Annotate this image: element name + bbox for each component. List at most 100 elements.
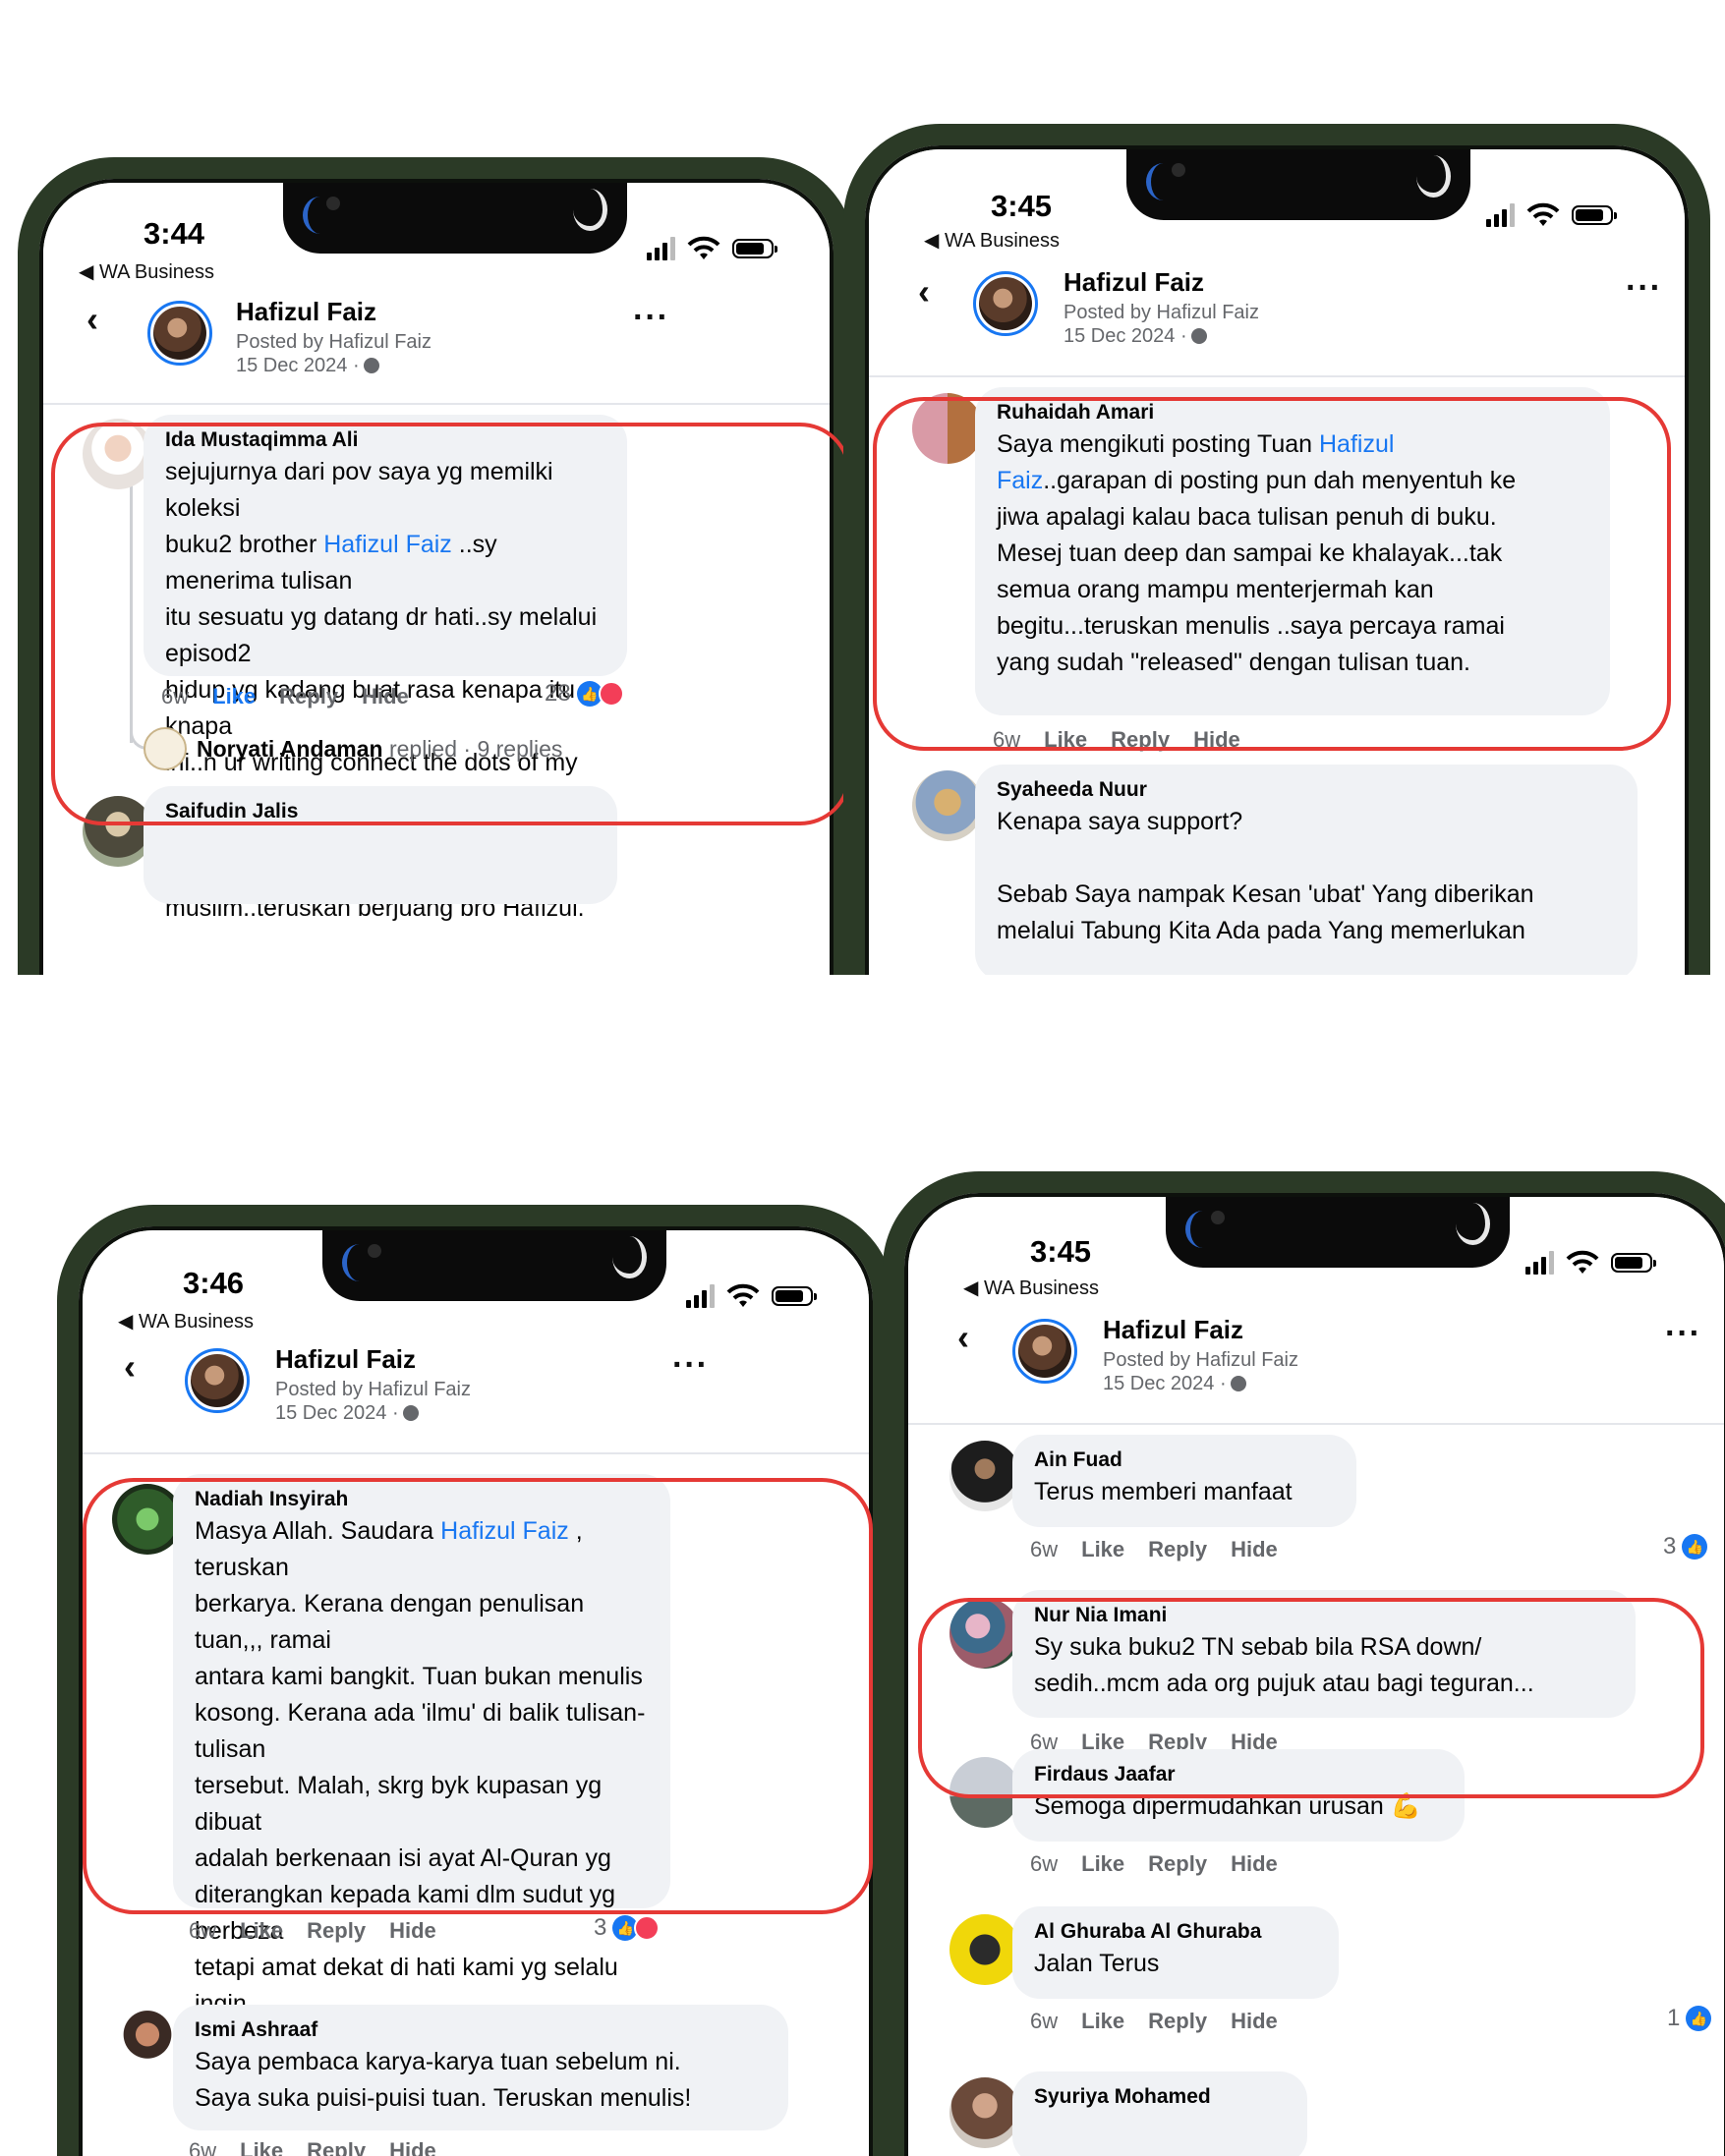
commenter-name[interactable]: Ain Fuad xyxy=(1034,1447,1335,1474)
like-button[interactable]: Like xyxy=(240,2138,283,2156)
reply-button[interactable]: Reply xyxy=(307,1918,366,1944)
highlight-box xyxy=(918,1598,1704,1798)
post-author-avatar[interactable] xyxy=(185,1348,250,1413)
post-author-avatar[interactable] xyxy=(1012,1319,1077,1384)
comment-text: Saya pembaca karya-karya tuan sebelum ni… xyxy=(195,2048,692,2112)
hide-button[interactable]: Hide xyxy=(389,1918,436,1944)
hide-button[interactable]: Hide xyxy=(1231,1537,1278,1562)
post-author-name[interactable]: Hafizul Faiz xyxy=(236,297,376,327)
wifi-icon xyxy=(1566,1250,1599,1274)
reaction-count: 3 xyxy=(594,1914,607,1941)
comment-actions: 6w Like Reply Hide xyxy=(1030,1537,1278,1562)
globe-icon xyxy=(363,358,379,373)
comment-text: Terus memberi manfaat xyxy=(1034,1478,1293,1505)
reaction-count: 1 xyxy=(1667,2005,1681,2031)
post-author-name[interactable]: Hafizul Faiz xyxy=(1064,267,1204,298)
comment-actions: 6w Like Reply Hide xyxy=(189,1918,436,1944)
more-options-icon[interactable]: ··· xyxy=(633,299,669,337)
reply-button[interactable]: Reply xyxy=(1148,1851,1207,1877)
comment-time: 6w xyxy=(1030,1537,1059,1561)
comment-text: Jalan Terus xyxy=(1034,1950,1160,1977)
back-to-app-link[interactable]: ◀ WA Business xyxy=(924,228,1060,253)
status-icons xyxy=(647,236,777,261)
battery-icon xyxy=(772,1286,817,1306)
status-icons xyxy=(1486,202,1617,228)
globe-icon xyxy=(1190,328,1207,344)
comment-bubble: Al Ghuraba Al Ghuraba Jalan Terus xyxy=(1012,1906,1339,1999)
more-options-icon[interactable]: ··· xyxy=(1665,1315,1701,1353)
wifi-icon xyxy=(1526,202,1560,226)
like-button[interactable]: Like xyxy=(1081,1851,1124,1877)
post-date: 15 Dec 2024 · xyxy=(1064,324,1207,348)
commenter-avatar[interactable] xyxy=(949,1441,1020,1511)
signal-icon xyxy=(686,1284,715,1308)
globe-icon xyxy=(402,1405,419,1421)
comment-time: 6w xyxy=(1030,1851,1059,1876)
comment-time: 6w xyxy=(189,2138,217,2156)
post-author-name[interactable]: Hafizul Faiz xyxy=(275,1344,416,1375)
posted-by: Posted by Hafizul Faiz xyxy=(275,1379,471,1400)
comment-bubble: Ismi Ashraaf Saya pembaca karya-karya tu… xyxy=(173,2005,788,2130)
hide-button[interactable]: Hide xyxy=(389,2138,436,2156)
back-chevron-icon[interactable]: ‹ xyxy=(86,299,98,340)
post-date: 15 Dec 2024 · xyxy=(1103,1372,1246,1395)
like-reaction-icon: 👍 xyxy=(1686,2006,1712,2031)
reply-button[interactable]: Reply xyxy=(1148,1537,1207,1562)
signal-icon xyxy=(1486,203,1515,227)
like-reaction-icon: 👍 xyxy=(1682,1534,1708,1560)
post-author-avatar[interactable] xyxy=(973,271,1038,336)
reaction-summary[interactable]: 3 👍 xyxy=(1663,1533,1708,1560)
like-button[interactable]: Like xyxy=(240,1918,283,1944)
back-to-app-link[interactable]: ◀ WA Business xyxy=(963,1276,1099,1300)
phone-screenshot-3: 3:46 ◀ WA Business ‹ Hafizul Faiz Posted… xyxy=(57,1205,894,2156)
commenter-avatar[interactable] xyxy=(949,2077,1020,2148)
commenter-name[interactable]: Syuriya Mohamed xyxy=(1034,2083,1286,2111)
dynamic-island xyxy=(1126,149,1470,220)
more-options-icon[interactable]: ··· xyxy=(1626,269,1662,308)
comment-actions: 6w Like Reply Hide xyxy=(1030,2009,1278,2034)
globe-icon xyxy=(1230,1376,1246,1391)
dynamic-island xyxy=(1166,1197,1510,1268)
signal-icon xyxy=(1525,1251,1554,1275)
commenter-name[interactable]: Ismi Ashraaf xyxy=(195,2016,767,2044)
battery-icon xyxy=(1611,1253,1656,1273)
signal-icon xyxy=(647,237,675,260)
hide-button[interactable]: Hide xyxy=(1231,1851,1278,1877)
status-time: 3:45 xyxy=(1030,1234,1092,1269)
comment-time: 6w xyxy=(189,1918,217,1943)
reaction-summary[interactable]: 3 👍 xyxy=(594,1914,661,1942)
post-author-name[interactable]: Hafizul Faiz xyxy=(1103,1315,1243,1345)
phone-screenshot-2: 3:45 ◀ WA Business ‹ Hafizul Faiz Posted… xyxy=(843,124,1710,975)
post-date: 15 Dec 2024 · xyxy=(236,354,379,377)
battery-icon xyxy=(1572,205,1617,225)
commenter-avatar[interactable] xyxy=(949,1914,1020,1985)
status-time: 3:46 xyxy=(183,1266,245,1300)
status-icons xyxy=(1525,1250,1656,1276)
reply-button[interactable]: Reply xyxy=(307,2138,366,2156)
more-options-icon[interactable]: ··· xyxy=(672,1346,709,1385)
back-chevron-icon[interactable]: ‹ xyxy=(918,271,930,312)
phone-screenshot-1: 3:44 ◀ WA Business ‹ Hafizul Faiz Posted… xyxy=(18,157,855,975)
commenter-name[interactable]: Syaheeda Nuur xyxy=(997,776,1616,804)
like-button[interactable]: Like xyxy=(1081,1537,1124,1562)
comment-time: 6w xyxy=(1030,2009,1059,2033)
highlight-box xyxy=(83,1478,873,1914)
reply-button[interactable]: Reply xyxy=(1148,2009,1207,2034)
comment-actions: 6w Like Reply Hide xyxy=(1030,1851,1278,1877)
status-icons xyxy=(686,1283,817,1309)
post-author-avatar[interactable] xyxy=(147,301,212,366)
back-chevron-icon[interactable]: ‹ xyxy=(957,1317,969,1358)
like-button[interactable]: Like xyxy=(1081,2009,1124,2034)
posted-by: Posted by Hafizul Faiz xyxy=(236,331,431,353)
dynamic-island xyxy=(322,1230,666,1301)
back-to-app-link[interactable]: ◀ WA Business xyxy=(118,1309,254,1333)
comment-actions: 6w Like Reply Hide xyxy=(189,2138,436,2156)
commenter-avatar[interactable] xyxy=(912,770,983,841)
back-chevron-icon[interactable]: ‹ xyxy=(124,1346,136,1388)
battery-icon xyxy=(732,239,777,258)
hide-button[interactable]: Hide xyxy=(1231,2009,1278,2034)
highlight-box xyxy=(873,397,1671,751)
reaction-summary[interactable]: 1 👍 xyxy=(1667,2005,1712,2032)
commenter-name[interactable]: Al Ghuraba Al Ghuraba xyxy=(1034,1918,1317,1946)
back-to-app-link[interactable]: ◀ WA Business xyxy=(79,259,214,284)
